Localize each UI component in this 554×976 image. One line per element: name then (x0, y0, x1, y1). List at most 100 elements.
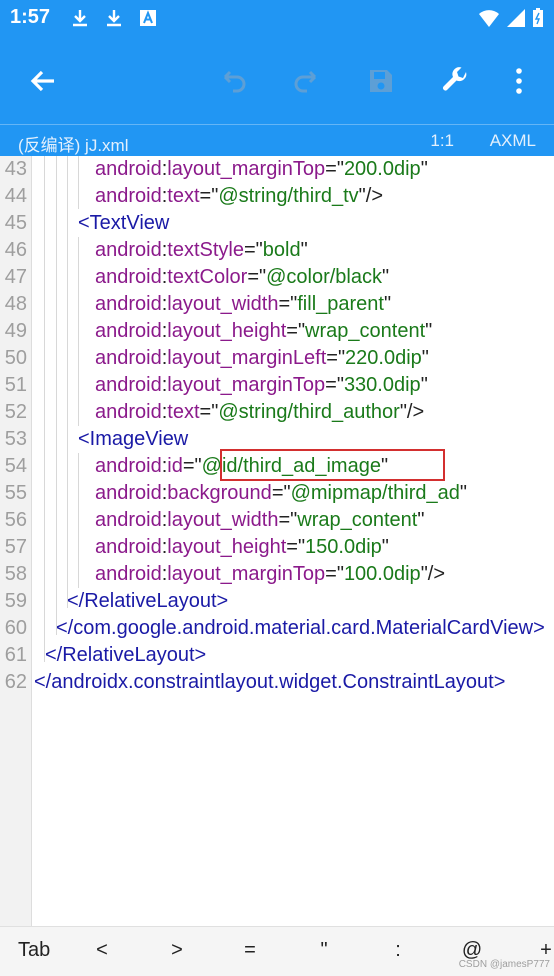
code-editor[interactable]: 43 android:layout_marginTop="200.0dip" 44 a… (0, 156, 554, 926)
code-text: </RelativeLayout> (45, 642, 206, 669)
code-text: <TextView (78, 210, 169, 237)
more-options-button[interactable] (496, 58, 542, 104)
attr-equals: =" (325, 374, 344, 396)
line-number: 48 (4, 293, 27, 315)
code-text: android:layout_width="wrap_content" (95, 507, 424, 534)
line-number: 58 (4, 563, 27, 585)
attr-equals: =" (325, 158, 344, 180)
attr-name: layout_marginLeft (167, 347, 327, 369)
code-line[interactable]: 48 android:layout_width="fill_parent" (0, 291, 554, 318)
tools-button[interactable] (432, 58, 478, 104)
back-button[interactable] (20, 58, 66, 104)
undo-button[interactable] (210, 58, 256, 104)
code-line[interactable]: 52 android:text="@string/third_author"/> (0, 399, 554, 426)
line-number: 44 (4, 185, 27, 207)
code-line[interactable]: 45 <TextView (0, 210, 554, 237)
code-text: android:layout_marginTop="200.0dip" (95, 156, 428, 183)
attr-end: " (300, 239, 308, 261)
key-2[interactable]: > (157, 939, 197, 962)
code-line[interactable]: 50 android:layout_marginLeft="220.0dip" (0, 345, 554, 372)
attr-name: layout_height (167, 536, 287, 558)
attr-namespace: android (95, 266, 162, 288)
line-number: 59 (4, 590, 27, 612)
attr-namespace: android (95, 455, 162, 477)
wifi-icon (479, 10, 499, 27)
attr-namespace: android (95, 509, 162, 531)
key-4[interactable]: " (304, 939, 344, 962)
attr-value: wrap_content (305, 320, 426, 342)
line-number: 49 (4, 320, 27, 342)
key-0[interactable]: Tab (18, 939, 58, 962)
attr-end: " (421, 347, 429, 369)
key-6[interactable]: @ (452, 939, 492, 962)
file-name: (反编译) jJ.xml (18, 136, 129, 155)
attr-value: 330.0dip (343, 374, 421, 396)
code-line[interactable]: 57 android:layout_height="150.0dip" (0, 534, 554, 561)
code-line[interactable]: 60 </com.google.android.material.card.Mat… (0, 615, 554, 642)
line-number: 53 (4, 428, 27, 450)
attr-equals: =" (271, 482, 291, 504)
attr-end: " (383, 293, 392, 315)
code-line[interactable]: 62 </androidx.constraintlayout.widget.Con… (0, 669, 554, 696)
attr-equals: =" (199, 185, 219, 207)
status-bar: 1:57 (0, 0, 554, 38)
attr-equals: =" (278, 293, 298, 315)
code-text: android:layout_height="wrap_content" (95, 318, 432, 345)
code-text: android:background="@mipmap/third_ad" (95, 480, 467, 507)
attr-value: @color/black (266, 266, 382, 288)
line-number: 60 (4, 617, 27, 639)
key-3[interactable]: = (230, 939, 270, 962)
code-text: <ImageView (78, 426, 188, 453)
attr-name: text (167, 185, 200, 207)
attr-end: " (381, 536, 389, 558)
attr-end: " (425, 320, 433, 342)
code-line[interactable]: 51 android:layout_marginTop="330.0dip" (0, 372, 554, 399)
code-text: </RelativeLayout> (67, 588, 228, 615)
xml-tag: </RelativeLayout> (45, 644, 207, 666)
code-line[interactable]: 47 android:textColor="@color/black" (0, 264, 554, 291)
attr-equals: =" (247, 266, 267, 288)
redo-button[interactable] (284, 58, 330, 104)
attr-value: bold (262, 239, 301, 261)
attr-name: layout_marginTop (167, 374, 326, 396)
attr-namespace: android (95, 158, 162, 180)
code-line[interactable]: 59 </RelativeLayout> (0, 588, 554, 615)
attr-namespace: android (95, 320, 162, 342)
attr-name: id (167, 455, 183, 477)
key-5[interactable]: : (378, 939, 418, 962)
key-1[interactable]: < (82, 939, 122, 962)
status-time: 1:57 (10, 6, 51, 28)
code-line[interactable]: 61 </RelativeLayout> (0, 642, 554, 669)
attr-end: "/> (399, 401, 425, 423)
attr-end: "/> (358, 185, 384, 207)
code-line[interactable]: 43 android:layout_marginTop="200.0dip" (0, 156, 554, 183)
attr-namespace: android (95, 185, 162, 207)
attr-name: background (167, 482, 272, 504)
attr-value: @mipmap/third_ad (290, 482, 460, 504)
code-line[interactable]: 58 android:layout_marginTop="100.0dip"/> (0, 561, 554, 588)
attr-name: textStyle (167, 239, 244, 261)
save-icon (370, 70, 392, 92)
signal-icon (507, 9, 525, 27)
attr-value: fill_parent (297, 293, 384, 315)
line-number: 61 (4, 644, 27, 666)
code-line[interactable]: 56 android:layout_width="wrap_content" (0, 507, 554, 534)
code-text: android:layout_marginTop="330.0dip" (95, 372, 428, 399)
key-7[interactable]: + (526, 939, 554, 962)
line-number: 55 (4, 482, 27, 504)
attr-end: " (459, 482, 467, 504)
attr-namespace: android (95, 347, 162, 369)
code-line[interactable]: 46 android:textStyle="bold" (0, 237, 554, 264)
save-button[interactable] (358, 58, 404, 104)
attr-namespace: android (95, 401, 162, 423)
code-line[interactable]: 49 android:layout_height="wrap_content" (0, 318, 554, 345)
attr-value: @string/third_tv (218, 185, 359, 207)
undo-icon (223, 70, 246, 93)
code-line[interactable]: 44 android:text="@string/third_tv"/> (0, 183, 554, 210)
font-icon (140, 10, 156, 26)
code-text: android:layout_width="fill_parent" (95, 291, 391, 318)
attr-equals: =" (325, 563, 344, 585)
attr-value: wrap_content (297, 509, 418, 531)
attr-end: " (420, 158, 428, 180)
code-line[interactable]: 55 android:background="@mipmap/third_ad" (0, 480, 554, 507)
